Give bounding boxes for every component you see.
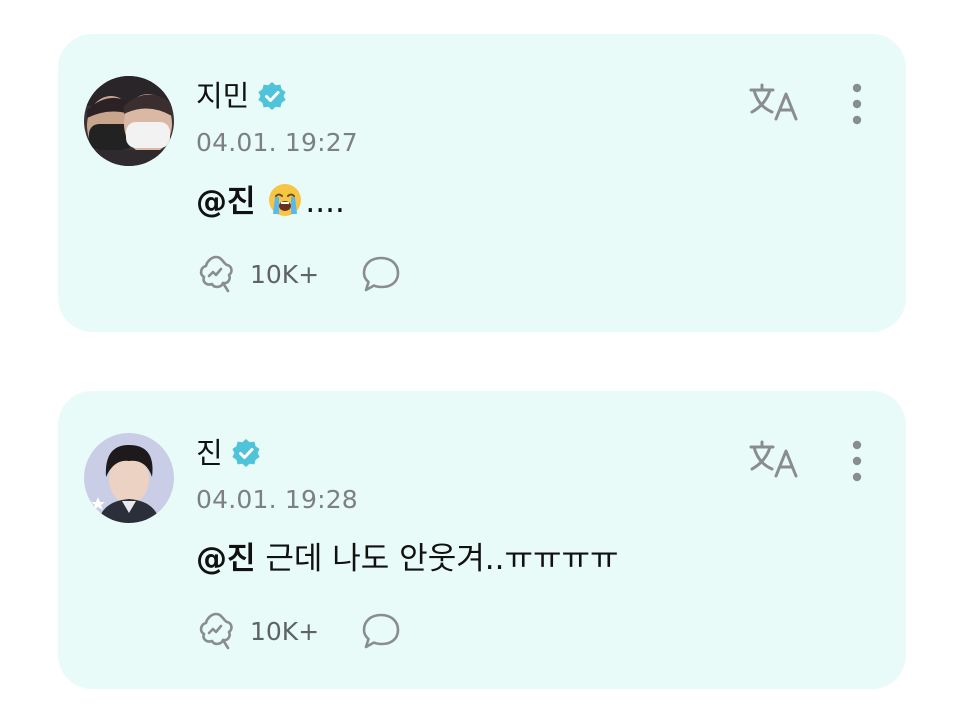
post-body: @진 근데 나도 안웃겨..ㅠㅠㅠㅠ <box>196 539 619 579</box>
like-reaction-icon[interactable] <box>196 611 236 651</box>
like-reaction-icon[interactable] <box>196 254 236 294</box>
timestamp: 04.01. 19:28 <box>196 485 358 514</box>
translate-icon[interactable] <box>748 82 802 122</box>
comment-bubble-icon[interactable] <box>361 254 401 294</box>
like-count: 10K+ <box>250 616 320 646</box>
mention[interactable]: @진 <box>196 541 256 577</box>
mention[interactable]: @진 <box>196 184 256 220</box>
verified-badge-icon <box>232 439 260 467</box>
avatar[interactable] <box>84 433 174 523</box>
post-text: 근데 나도 안웃겨..ㅠㅠㅠㅠ <box>255 541 619 577</box>
post-text: .... <box>305 184 345 220</box>
post-card: 지민 04.01. 19:27 @진 .... 10K+ <box>58 34 906 332</box>
verified-badge-icon <box>258 82 286 110</box>
translate-icon[interactable] <box>748 439 802 479</box>
comment-bubble-icon[interactable] <box>361 611 401 651</box>
avatar[interactable] <box>84 76 174 166</box>
more-vertical-icon[interactable] <box>850 439 864 483</box>
avatar-image <box>84 76 174 166</box>
author-row: 진 <box>196 435 261 471</box>
post-body: @진 .... <box>196 182 345 222</box>
author-name[interactable]: 지민 <box>196 78 249 114</box>
like-count: 10K+ <box>250 259 320 289</box>
post-actions: 10K+ <box>196 254 401 294</box>
loudly-crying-face-icon <box>269 184 302 216</box>
avatar-image <box>84 433 174 523</box>
author-row: 지민 <box>196 78 287 114</box>
post-card: 진 04.01. 19:28 @진 근데 나도 안웃겨..ㅠㅠㅠㅠ 10K+ <box>58 391 906 689</box>
more-vertical-icon[interactable] <box>850 82 864 126</box>
author-name[interactable]: 진 <box>196 435 223 471</box>
post-actions: 10K+ <box>196 611 401 651</box>
timestamp: 04.01. 19:27 <box>196 128 358 157</box>
